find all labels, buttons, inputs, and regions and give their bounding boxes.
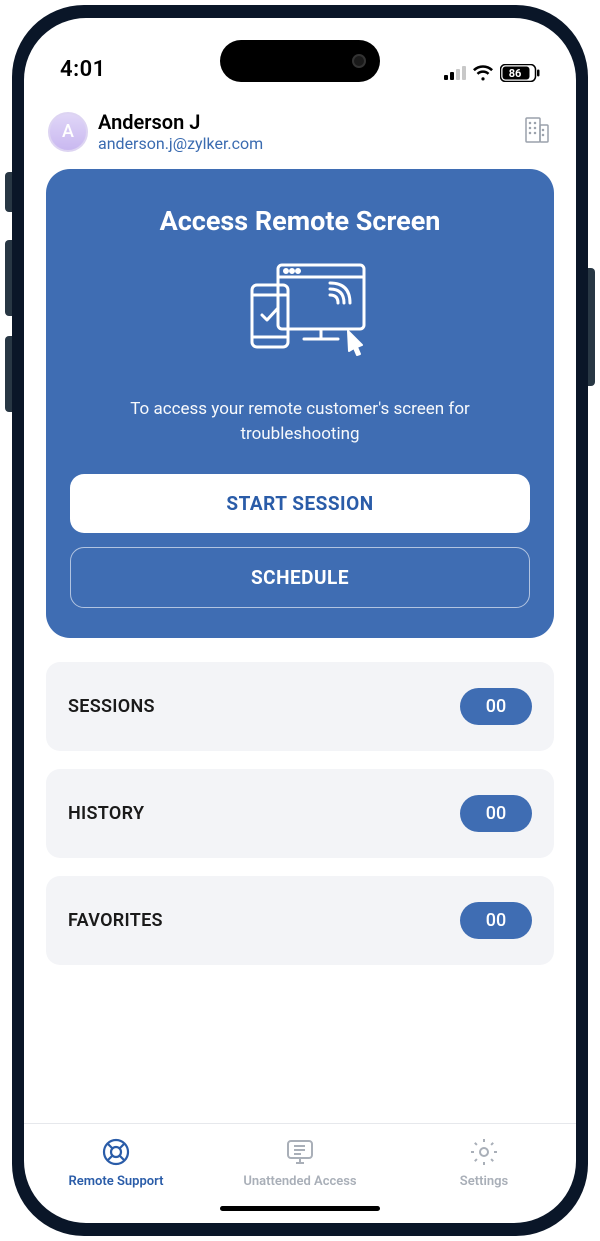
avatar-initial: A [62, 121, 74, 142]
tab-label: Remote Support [68, 1174, 163, 1189]
header: A Anderson J anderson.j@zylker.com [24, 88, 576, 169]
user-name: Anderson J [98, 110, 512, 134]
avatar[interactable]: A [48, 112, 88, 152]
building-icon [522, 115, 552, 145]
monitor-list-icon [283, 1136, 317, 1168]
cellular-icon [444, 66, 466, 80]
svg-text:86: 86 [509, 67, 522, 80]
hero-title: Access Remote Screen [70, 205, 530, 237]
list-row-favorites[interactable]: FAVORITES 00 [46, 876, 554, 965]
hero-card: Access Remote Screen [46, 169, 554, 638]
count-badge: 00 [460, 795, 532, 832]
phone-frame: 4:01 86 A Anderson J anderson.j@zylker.c… [0, 0, 600, 1241]
count-badge: 00 [460, 902, 532, 939]
tab-bar: Remote Support Unattended Access Setting… [24, 1123, 576, 1193]
hero-illustration [70, 259, 530, 369]
user-info: Anderson J anderson.j@zylker.com [98, 110, 512, 153]
tab-settings[interactable]: Settings [392, 1136, 576, 1189]
dynamic-island [220, 40, 380, 82]
list-item-label: SESSIONS [68, 696, 155, 717]
count-badge: 00 [460, 688, 532, 725]
remote-screen-icon [230, 259, 370, 369]
status-time: 4:01 [60, 57, 106, 82]
camera-lens [352, 54, 366, 68]
battery-icon: 86 [500, 64, 540, 82]
wifi-icon [472, 65, 494, 81]
summary-list: SESSIONS 00 HISTORY 00 FAVORITES 00 [46, 662, 554, 965]
tab-label: Settings [460, 1174, 508, 1189]
list-item-label: FAVORITES [68, 910, 163, 931]
home-bar [24, 1193, 576, 1223]
tab-unattended-access[interactable]: Unattended Access [208, 1136, 392, 1189]
screen: 4:01 86 A Anderson J anderson.j@zylker.c… [24, 18, 576, 1223]
list-row-sessions[interactable]: SESSIONS 00 [46, 662, 554, 751]
lifebuoy-icon [100, 1136, 132, 1168]
content[interactable]: Access Remote Screen [24, 169, 576, 1123]
home-indicator[interactable] [220, 1206, 380, 1211]
schedule-button[interactable]: SCHEDULE [70, 547, 530, 608]
user-email: anderson.j@zylker.com [98, 134, 512, 153]
tab-remote-support[interactable]: Remote Support [24, 1136, 208, 1189]
list-row-history[interactable]: HISTORY 00 [46, 769, 554, 858]
tab-label: Unattended Access [243, 1174, 356, 1189]
status-icons: 86 [444, 64, 540, 82]
start-session-button[interactable]: START SESSION [70, 474, 530, 533]
gear-icon [468, 1136, 500, 1168]
list-item-label: HISTORY [68, 803, 144, 824]
hero-description: To access your remote customer's screen … [70, 397, 530, 446]
power-button[interactable] [587, 268, 595, 386]
organization-button[interactable] [522, 115, 552, 149]
